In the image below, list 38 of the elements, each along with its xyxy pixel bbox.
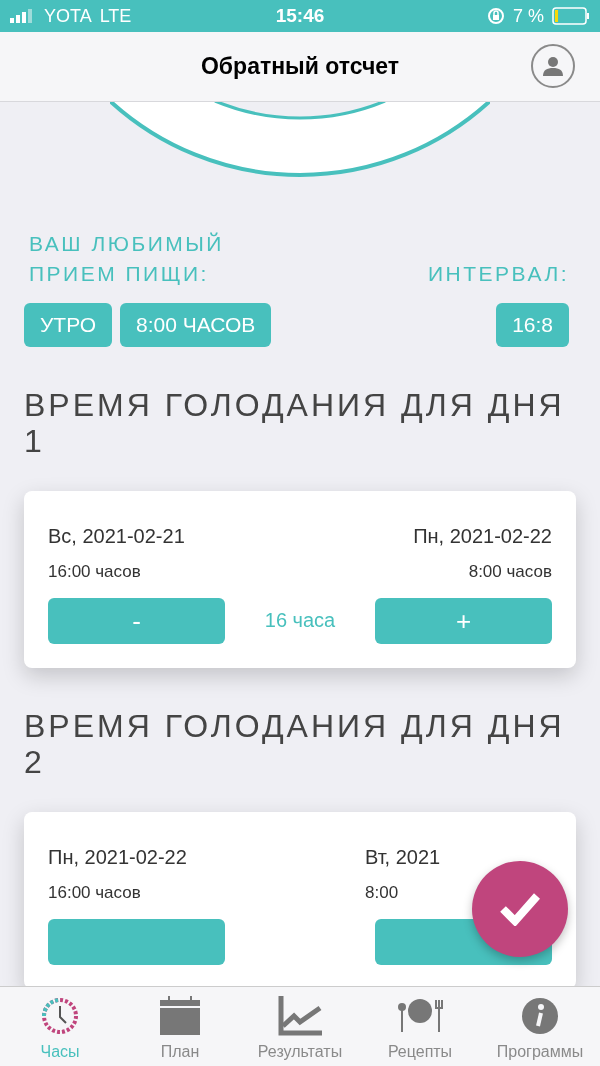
carrier-name: YOTA: [44, 5, 92, 27]
battery-percent: 7 %: [513, 5, 544, 27]
clock-time: 15:46: [275, 5, 325, 27]
minus-button[interactable]: -: [48, 598, 225, 644]
tab-item[interactable]: Результаты: [240, 987, 360, 1066]
start-date: Пн, 2021-02-22: [48, 846, 188, 869]
network-type: LTE: [99, 5, 132, 27]
rotation-lock-icon: [487, 7, 505, 25]
person-icon: [542, 55, 564, 77]
start-date: Вс, 2021-02-21: [48, 525, 186, 548]
meal-label: ВАШ ЛЮБИМЫЙ ПРИЕМ ПИЩИ:: [28, 231, 225, 287]
end-time: 8:00: [365, 883, 399, 903]
tab-item[interactable]: План: [120, 987, 240, 1066]
end-date: Вт, 2021: [365, 846, 441, 869]
start-time: 16:00 часов: [48, 883, 142, 903]
screen-title: Обратный отсчет: [201, 53, 399, 80]
start-time: 16:00 часов: [48, 562, 142, 582]
tab-item[interactable]: Часы: [0, 987, 120, 1066]
profile-button[interactable]: [531, 44, 575, 88]
meal-tag[interactable]: 8:00 ЧАСОВ: [120, 303, 272, 347]
line-chart-icon: [278, 996, 322, 1036]
tab-item[interactable]: Программы: [480, 987, 600, 1066]
day-heading: ВРЕМЯ ГОЛОДАНИЯ ДЛЯ ДНЯ 2: [24, 708, 566, 780]
duration-text: 16 часа: [264, 608, 336, 632]
interval-label: ИНТЕРВАЛ:: [428, 261, 569, 287]
day-heading: ВРЕМЯ ГОЛОДАНИЯ ДЛЯ ДНЯ 1: [24, 387, 566, 459]
interval-tag[interactable]: 16:8: [496, 303, 569, 347]
battery-icon: [552, 7, 590, 25]
meal-tag[interactable]: УТРО: [24, 303, 113, 347]
end-date: Пн, 2021-02-22: [413, 525, 552, 548]
end-time: 8:00 часов: [468, 562, 552, 582]
tab-item[interactable]: Рецепты: [360, 987, 480, 1066]
info-icon: [521, 997, 559, 1035]
plate-cutlery-icon: [397, 998, 443, 1034]
plus-button[interactable]: +: [375, 598, 552, 644]
calendar-icon: [159, 996, 201, 1036]
checkmark-icon: [499, 892, 541, 926]
clock-icon: [41, 997, 79, 1035]
